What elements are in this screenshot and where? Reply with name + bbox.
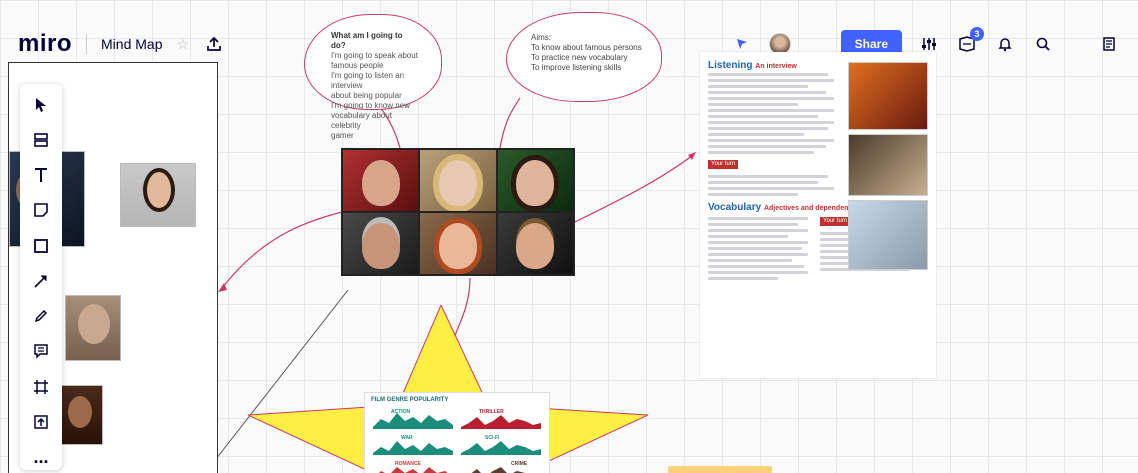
upload-icon[interactable] (203, 33, 225, 55)
photo-celebrity-2[interactable] (65, 295, 121, 361)
cloud-what-am-i-going-to-do[interactable]: What am I going to do? I'm going to spea… (304, 14, 442, 140)
orange-sticky-note[interactable] (668, 466, 772, 473)
collage-photo (420, 150, 496, 211)
collage-photo (497, 150, 573, 211)
text-lines (708, 73, 838, 154)
doc-image-friends (848, 200, 928, 270)
doc-image-computer (848, 134, 928, 196)
sticky-note-icon[interactable] (28, 198, 54, 223)
select-icon[interactable] (28, 92, 54, 117)
left-toolbar: ... (20, 84, 62, 470)
celebrity-collage[interactable] (341, 148, 575, 276)
chart-label: CRIME (511, 461, 528, 467)
collage-photo (343, 213, 419, 274)
cloud-line: I'm going to know new (331, 101, 410, 110)
chart-label: THRILLER (479, 409, 504, 415)
cloud-line: I'm going to speak about (331, 51, 418, 60)
notes-icon[interactable] (1098, 33, 1120, 55)
frame-icon[interactable] (28, 374, 54, 399)
upload-icon[interactable] (28, 409, 54, 434)
chart-label: ROMANCE (395, 461, 421, 467)
chart-label: SCI-FI (485, 435, 500, 441)
cloud-line: gamer (331, 131, 354, 140)
connector-to-document (574, 154, 694, 223)
divider (86, 34, 88, 54)
your-turn-tag: Your turn (708, 160, 739, 169)
board-canvas[interactable]: ... miro Mind Map ☆ Share 3 What am I go… (0, 0, 1138, 473)
collage-photo (420, 213, 496, 274)
chart-label: WAR (401, 435, 413, 441)
cloud-aims[interactable]: Aims: To know about famous persons To pr… (506, 12, 662, 102)
miro-logo[interactable]: miro (18, 30, 72, 58)
star-icon[interactable]: ☆ (176, 36, 189, 53)
film-genre-chart-card[interactable]: FILM GENRE POPULARITY ACTION THRILLER WA… (364, 392, 550, 473)
pen-icon[interactable] (28, 304, 54, 329)
activity-icon[interactable]: 3 (956, 27, 984, 55)
top-left-bar: miro Mind Map ☆ (18, 26, 225, 62)
text-lines (708, 214, 812, 283)
photo-woman-portrait[interactable] (120, 163, 196, 227)
cloud-line: about being popular (331, 91, 402, 100)
bell-icon[interactable] (994, 33, 1016, 55)
connector-to-cloud-right (499, 97, 521, 149)
cloud-title: Aims: (531, 33, 551, 42)
chart-title: FILM GENRE POPULARITY (371, 397, 449, 403)
templates-icon[interactable] (28, 127, 54, 152)
arrow-icon[interactable] (28, 268, 54, 293)
text-lines (708, 175, 838, 196)
cloud-line: To practice new vocabulary (531, 53, 628, 62)
connector-to-left-frame (221, 207, 361, 289)
cloud-title: What am I going to do? (331, 31, 403, 50)
collage-photo (497, 213, 573, 274)
collage-photo (343, 150, 419, 211)
cloud-line: vocabulary about celebrity (331, 111, 392, 130)
cloud-line: famous people (331, 61, 384, 70)
notification-badge: 3 (970, 27, 984, 41)
chart-label: ACTION (391, 409, 411, 415)
photo-celebrity-3[interactable] (55, 385, 103, 445)
text-icon[interactable] (28, 163, 54, 188)
search-icon[interactable] (1032, 33, 1054, 55)
textbook-page[interactable]: Listening An interview Your turn Vocabul… (700, 52, 936, 378)
cloud-line: To know about famous persons (531, 43, 642, 52)
your-turn-tag: Your turn (820, 217, 851, 226)
shape-icon[interactable] (28, 233, 54, 258)
board-title[interactable]: Mind Map (101, 36, 162, 52)
cloud-line: I'm going to listen an interview (331, 71, 405, 90)
doc-image-back-to-future (848, 62, 928, 130)
more-icon[interactable]: ... (28, 445, 54, 470)
cloud-line: To improve listening skills (531, 63, 622, 72)
comment-icon[interactable] (28, 339, 54, 364)
